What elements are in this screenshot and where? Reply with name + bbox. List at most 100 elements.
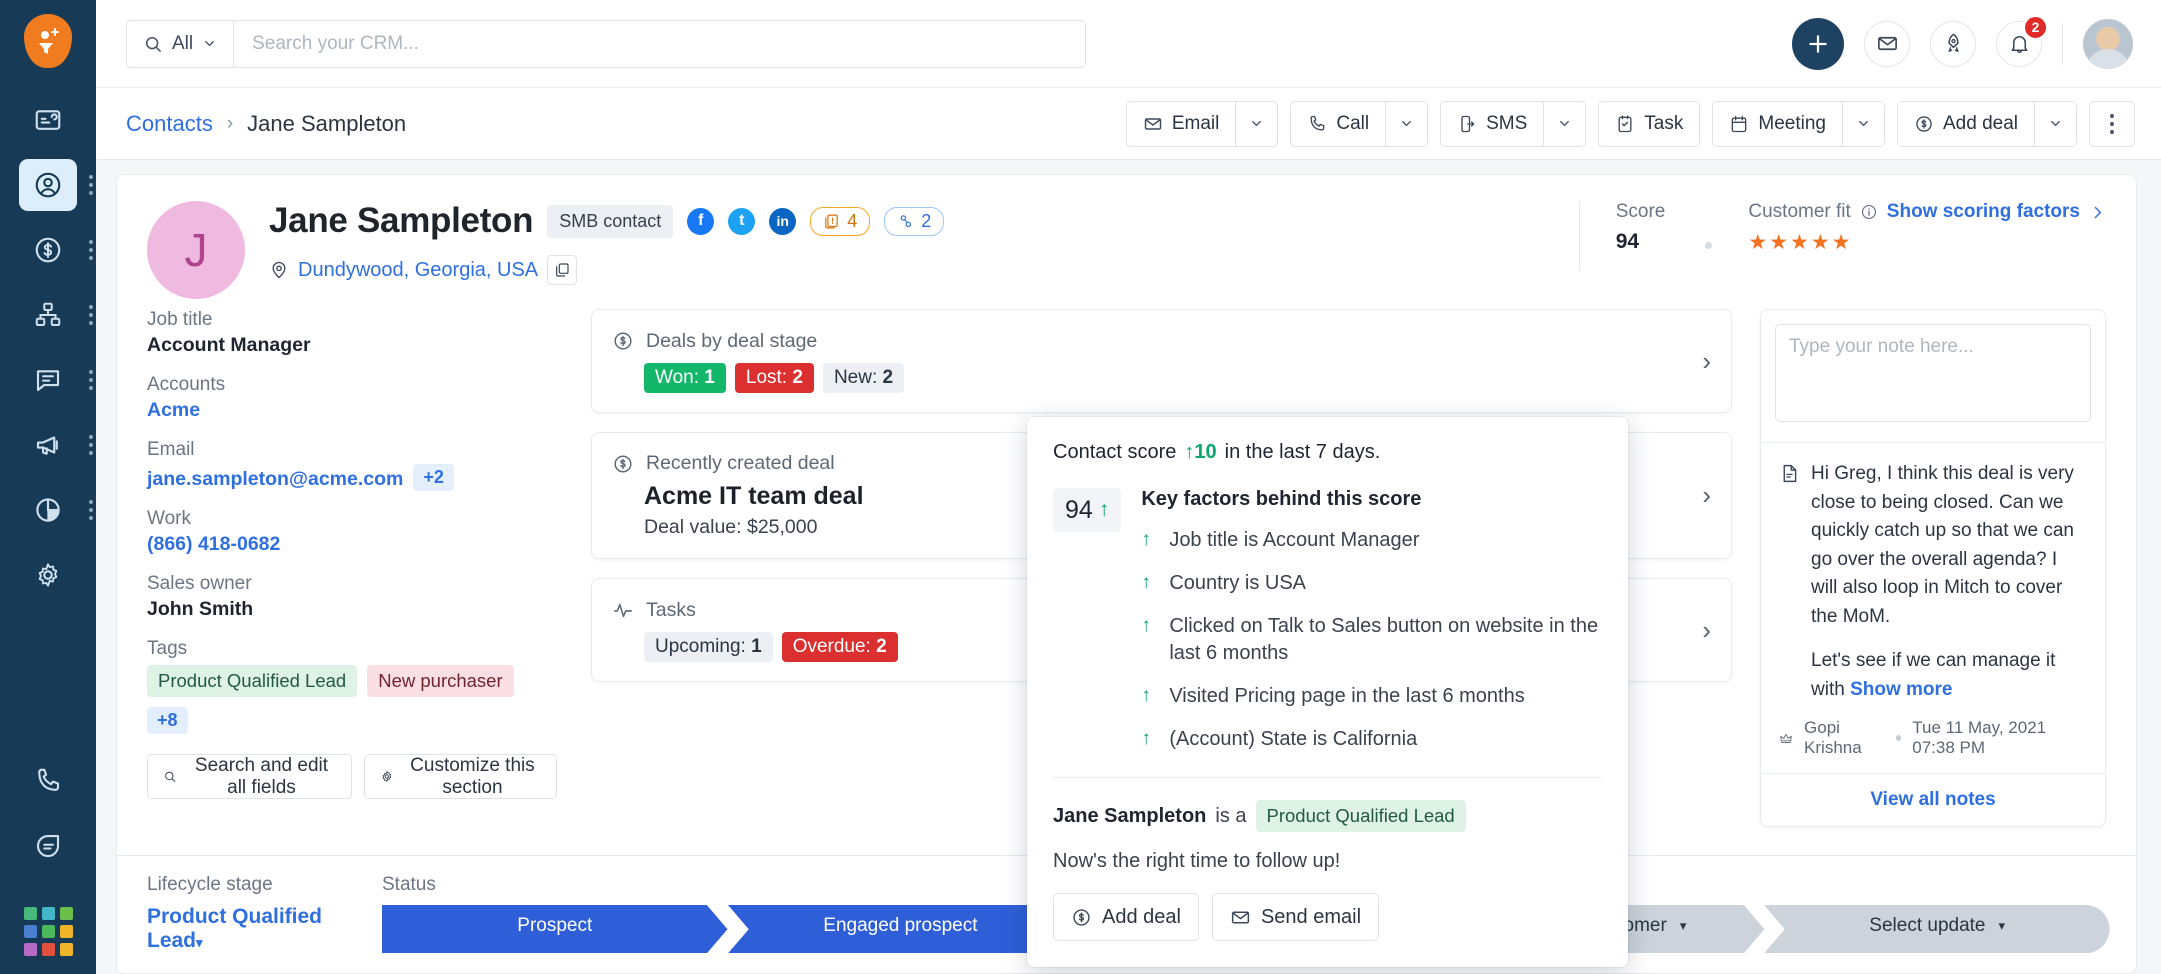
notifications-button[interactable]: 2: [1996, 21, 2042, 67]
mail-button[interactable]: [1864, 21, 1910, 67]
card-deals-by-stage[interactable]: Deals by deal stage Won: 1 Lost: 2 New: …: [591, 309, 1732, 413]
up-arrow-icon: ↑: [1141, 613, 1155, 667]
search-all-fields-button[interactable]: Search and edit all fields: [147, 754, 352, 799]
email-more-chip[interactable]: +2: [413, 464, 454, 491]
field-label: Sales owner: [147, 573, 557, 595]
note-text: Hi Greg, I think this deal is very close…: [1811, 460, 2087, 631]
tags-more-chip[interactable]: +8: [147, 707, 188, 734]
sidebar-item-dashboard[interactable]: [19, 94, 77, 146]
note-input[interactable]: [1775, 324, 2091, 422]
call-button[interactable]: Call: [1291, 102, 1385, 146]
sidebar-item-conversations[interactable]: [19, 354, 77, 406]
customer-fit-row: Customer fit Show scoring factors: [1748, 201, 2106, 223]
field-value[interactable]: jane.sampleton@acme.com: [147, 468, 403, 491]
sidebar-item-marketing[interactable]: [19, 419, 77, 471]
sidebar-item-menu[interactable]: [89, 305, 93, 325]
contact-location[interactable]: Dundywood, Georgia, USA: [298, 259, 538, 282]
sidebar-item-menu[interactable]: [89, 500, 93, 520]
chevron-right-icon[interactable]: ›: [1688, 480, 1711, 511]
rocket-icon: [1942, 32, 1965, 55]
breadcrumb-parent[interactable]: Contacts: [126, 111, 213, 137]
twitter-icon[interactable]: t: [728, 208, 755, 235]
sidebar-item-menu[interactable]: [89, 175, 93, 195]
sms-dropdown-button[interactable]: [1543, 102, 1585, 146]
show-more-link[interactable]: Show more: [1850, 679, 1952, 700]
field-label: Email: [147, 439, 557, 461]
chevron-right-icon[interactable]: ›: [1688, 346, 1711, 377]
sidebar-item-chat[interactable]: [19, 820, 77, 872]
avatar[interactable]: [2083, 19, 2133, 69]
kebab-menu-icon[interactable]: [2089, 101, 2135, 147]
sidebar-item-menu[interactable]: [89, 435, 93, 455]
customize-section-button[interactable]: Customize this section: [364, 754, 557, 799]
chevron-down-icon[interactable]: ▾: [1680, 918, 1687, 934]
stage-engaged-prospect[interactable]: Engaged prospect: [728, 905, 1074, 947]
stage-prospect[interactable]: Prospect: [382, 905, 728, 947]
envelope-icon: [1876, 32, 1899, 55]
documents-counter[interactable]: 4: [810, 207, 870, 236]
deal-chip-lost: Lost: 2: [735, 363, 814, 393]
search-scope-selector[interactable]: All: [127, 21, 234, 67]
chat-drop-icon: [33, 831, 63, 861]
task-button[interactable]: Task: [1599, 102, 1699, 146]
popover-headline: Contact score ↑10 in the last 7 days.: [1053, 441, 1602, 464]
sidebar-item-reports[interactable]: [19, 484, 77, 536]
up-arrow-icon: ↑: [1141, 726, 1155, 753]
sms-button[interactable]: SMS: [1441, 102, 1543, 146]
sms-action: SMS: [1440, 101, 1586, 147]
popover-score-chip: 94 ↑: [1053, 488, 1121, 532]
add-deal-button[interactable]: Add deal: [1898, 102, 2034, 146]
sidebar-item-contacts[interactable]: [19, 159, 77, 211]
app-grid-icon[interactable]: [24, 907, 73, 956]
sidebar-item-settings[interactable]: [19, 549, 77, 601]
popover-add-deal-button[interactable]: Add deal: [1053, 893, 1199, 941]
chevron-right-icon[interactable]: ›: [1688, 615, 1711, 646]
tag-chip[interactable]: Product Qualified Lead: [147, 665, 357, 697]
meeting-dropdown-button[interactable]: [1842, 102, 1884, 146]
stage-select-update[interactable]: Select update▾: [1764, 905, 2110, 947]
field-value[interactable]: (866) 418-0682: [147, 533, 557, 556]
view-all-notes-link[interactable]: View all notes: [1761, 773, 2105, 826]
copy-icon[interactable]: [547, 255, 577, 285]
quick-add-button[interactable]: [1792, 18, 1844, 70]
chevron-right-icon[interactable]: [2089, 204, 2106, 221]
tag-chip[interactable]: New purchaser: [367, 665, 513, 697]
sidebar-item-accounts[interactable]: [19, 289, 77, 341]
facebook-icon[interactable]: f: [687, 208, 714, 235]
field-accounts: Accounts Acme: [147, 374, 557, 422]
email-button[interactable]: Email: [1127, 102, 1236, 146]
info-icon[interactable]: [1860, 203, 1878, 221]
search-input[interactable]: [234, 21, 1085, 67]
sms-icon: [1457, 114, 1477, 134]
popover-send-email-button[interactable]: Send email: [1212, 893, 1379, 941]
popover-lead-name: Jane Sampleton: [1053, 805, 1206, 828]
task-action: Task: [1598, 101, 1700, 147]
sidebar-item-phone[interactable]: [19, 755, 77, 807]
chevron-down-icon[interactable]: ▾: [1999, 918, 2006, 934]
score-delta: ↑10: [1184, 441, 1216, 464]
envelope-icon: [1230, 907, 1251, 928]
chevron-down-icon: [1249, 116, 1264, 131]
freshworks-logo-icon[interactable]: [24, 14, 72, 68]
sidebar-item-deals[interactable]: [19, 224, 77, 276]
lifecycle-stage-value[interactable]: Product Qualified Lead▾: [147, 905, 352, 953]
call-dropdown-button[interactable]: [1385, 102, 1427, 146]
connections-counter[interactable]: 2: [884, 207, 944, 236]
contact-identity: Jane Sampleton SMB contact f t in 4: [269, 201, 1563, 299]
chevron-down-icon: [2048, 116, 2063, 131]
email-action: Email: [1126, 101, 1279, 147]
sidebar-item-menu[interactable]: [89, 240, 93, 260]
linkedin-icon[interactable]: in: [769, 208, 796, 235]
field-value[interactable]: Acme: [147, 399, 557, 422]
whats-new-button[interactable]: [1930, 21, 1976, 67]
customer-fit-stars: ★★★★★: [1748, 230, 2106, 255]
add-deal-dropdown-button[interactable]: [2034, 102, 2076, 146]
popover-add-deal-label: Add deal: [1102, 906, 1181, 929]
sidebar-item-menu[interactable]: [89, 370, 93, 390]
crown-icon: [1779, 730, 1793, 747]
contact-fields: Job title Account Manager Accounts Acme …: [147, 309, 577, 855]
email-dropdown-button[interactable]: [1235, 102, 1277, 146]
show-scoring-factors-link[interactable]: Show scoring factors: [1887, 201, 2080, 223]
meeting-button[interactable]: Meeting: [1713, 102, 1842, 146]
search-scope-label: All: [172, 33, 193, 55]
